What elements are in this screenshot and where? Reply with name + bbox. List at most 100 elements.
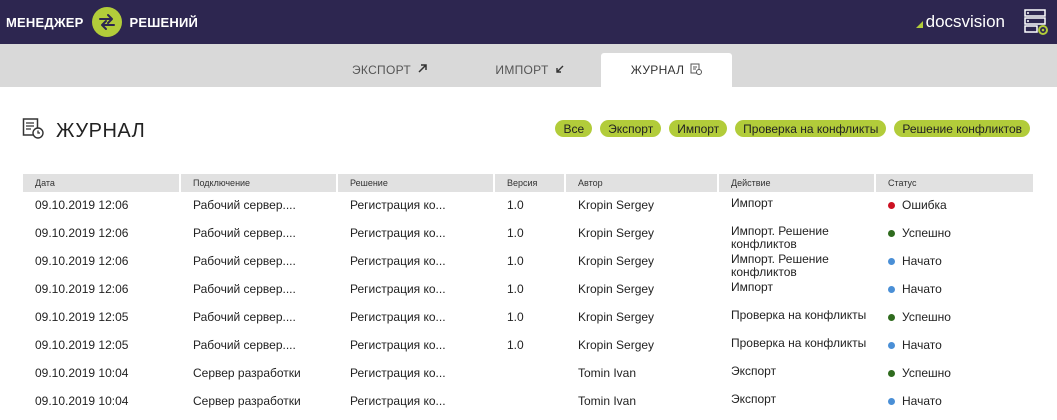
cell-author: Kropin Sergey <box>578 226 655 240</box>
filter-import[interactable]: Импорт <box>669 120 728 137</box>
status-text: Начато <box>902 338 942 352</box>
status-dot-icon <box>888 398 895 405</box>
status-text: Успешно <box>902 366 951 380</box>
table-row[interactable]: 09.10.2019 12:05 Рабочий сервер.... Регист… <box>23 304 1033 332</box>
cell-version: 1.0 <box>507 254 524 268</box>
cell-author: Tomin Ivan <box>578 366 637 380</box>
status-dot-icon <box>888 202 895 209</box>
status-text: Успешно <box>902 226 951 240</box>
cell-action: Импорт <box>731 280 773 294</box>
cell-date: 09.10.2019 12:06 <box>35 226 129 240</box>
cell-date: 09.10.2019 12:06 <box>35 282 129 296</box>
cell-action: Импорт. Решение конфликтов <box>731 252 829 279</box>
cell-solution: Регистрация ко... <box>350 226 446 240</box>
cell-action: Импорт. Решение конфликтов <box>731 224 829 251</box>
table-row[interactable]: 09.10.2019 12:06 Рабочий сервер.... Регист… <box>23 192 1033 220</box>
page-title: ЖУРНАЛ <box>22 117 145 145</box>
cell-version: 1.0 <box>507 310 524 324</box>
status-text: Успешно <box>902 310 951 324</box>
cell-solution: Регистрация ко... <box>350 310 446 324</box>
tab-journal-label: ЖУРНАЛ <box>630 63 685 77</box>
column-header-action[interactable]: Действие <box>719 174 874 192</box>
cell-action: Проверка на конфликты <box>731 336 867 350</box>
cell-solution: Регистрация ко... <box>350 198 446 212</box>
status-text: Начато <box>902 282 942 296</box>
server-gear-icon[interactable] <box>1023 8 1049 36</box>
table-row[interactable]: 09.10.2019 10:04 Сервер разработки Регистр… <box>23 360 1033 388</box>
filter-chips: Все Экспорт Импорт Проверка на конфликты… <box>555 120 1030 137</box>
cell-status: Начато <box>876 388 1033 416</box>
cell-version <box>495 360 564 388</box>
status-dot-icon <box>888 230 895 237</box>
cell-action: Проверка на конфликты <box>731 308 867 322</box>
table-row[interactable]: 09.10.2019 12:06 Рабочий сервер.... Регист… <box>23 248 1033 279</box>
cell-version: 1.0 <box>507 226 524 240</box>
cell-date: 09.10.2019 12:06 <box>35 254 129 268</box>
journal-icon <box>690 63 703 78</box>
app-title-word2: РЕШЕНИЙ <box>129 14 199 30</box>
filter-all[interactable]: Все <box>555 120 593 137</box>
table-header: Дата Подключение Решение Версия Автор Де… <box>23 174 1033 192</box>
column-header-connection[interactable]: Подключение <box>181 174 336 192</box>
status-dot-icon <box>888 314 895 321</box>
table-row[interactable]: 09.10.2019 12:06 Рабочий сервер.... Регист… <box>23 220 1033 251</box>
arrows-exchange-icon <box>91 7 122 37</box>
column-header-solution[interactable]: Решение <box>338 174 493 192</box>
cell-version <box>495 388 564 416</box>
table-body: 09.10.2019 12:06 Рабочий сервер.... Регист… <box>23 192 1033 416</box>
tab-bar: ЭКСПОРТ ИМПОРТ ЖУРНАЛ <box>0 44 1057 87</box>
cell-version: 1.0 <box>507 282 524 296</box>
cell-author: Kropin Sergey <box>578 198 655 212</box>
cell-connection: Рабочий сервер.... <box>193 254 296 268</box>
status-dot-icon <box>888 370 895 377</box>
column-header-status[interactable]: Статус <box>876 174 1033 192</box>
tab-export[interactable]: ЭКСПОРТ <box>340 53 440 87</box>
tab-journal[interactable]: ЖУРНАЛ <box>601 53 732 87</box>
status-text: Начато <box>902 254 942 268</box>
cell-author: Kropin Sergey <box>578 254 655 268</box>
status-dot-icon <box>888 258 895 265</box>
cell-date: 09.10.2019 12:05 <box>35 338 129 352</box>
cell-author: Kropin Sergey <box>578 338 655 352</box>
table-row[interactable]: 09.10.2019 10:04 Сервер разработки Регистр… <box>23 388 1033 416</box>
filter-conflict-check[interactable]: Проверка на конфликты <box>735 120 887 137</box>
cell-author: Tomin Ivan <box>578 394 637 408</box>
cell-version: 1.0 <box>507 198 524 212</box>
cell-author: Kropin Sergey <box>578 310 655 324</box>
column-header-date[interactable]: Дата <box>23 174 179 192</box>
cell-status: Начато <box>876 276 1033 304</box>
table-row[interactable]: 09.10.2019 12:05 Рабочий сервер.... Регист… <box>23 332 1033 360</box>
filter-export[interactable]: Экспорт <box>600 120 662 137</box>
tab-import[interactable]: ИМПОРТ <box>480 53 580 87</box>
cell-version: 1.0 <box>507 338 524 352</box>
cell-status: Успешно <box>876 304 1033 332</box>
journal-table: Дата Подключение Решение Версия Автор Де… <box>23 174 1033 416</box>
filter-conflict-resolution[interactable]: Решение конфликтов <box>894 120 1030 137</box>
cell-status: Успешно <box>876 360 1033 388</box>
cell-date: 09.10.2019 12:05 <box>35 310 129 324</box>
cell-action: Импорт <box>731 196 773 210</box>
column-header-version[interactable]: Версия <box>495 174 564 192</box>
tab-export-label: ЭКСПОРТ <box>351 63 411 77</box>
table-row[interactable]: 09.10.2019 12:06 Рабочий сервер.... Регист… <box>23 276 1033 304</box>
arrow-up-right-icon <box>417 63 428 77</box>
cell-solution: Регистрация ко... <box>350 394 446 408</box>
brand-mark-icon <box>915 20 923 28</box>
cell-status: Начато <box>876 248 1033 276</box>
cell-connection: Рабочий сервер.... <box>193 310 296 324</box>
column-header-author[interactable]: Автор <box>566 174 717 192</box>
cell-date: 09.10.2019 10:04 <box>35 366 129 380</box>
cell-solution: Регистрация ко... <box>350 254 446 268</box>
cell-solution: Регистрация ко... <box>350 282 446 296</box>
journal-clock-icon <box>22 117 44 145</box>
cell-connection: Сервер разработки <box>193 366 301 380</box>
cell-solution: Регистрация ко... <box>350 338 446 352</box>
cell-connection: Рабочий сервер.... <box>193 226 296 240</box>
arrow-down-left-icon <box>555 63 565 77</box>
tab-import-label: ИМПОРТ <box>495 63 549 77</box>
app-title[interactable]: МЕНЕДЖЕР РЕШЕНИЙ <box>6 0 198 44</box>
cell-connection: Сервер разработки <box>193 394 301 408</box>
cell-connection: Рабочий сервер.... <box>193 338 296 352</box>
cell-status: Начато <box>876 332 1033 360</box>
status-dot-icon <box>888 286 895 293</box>
